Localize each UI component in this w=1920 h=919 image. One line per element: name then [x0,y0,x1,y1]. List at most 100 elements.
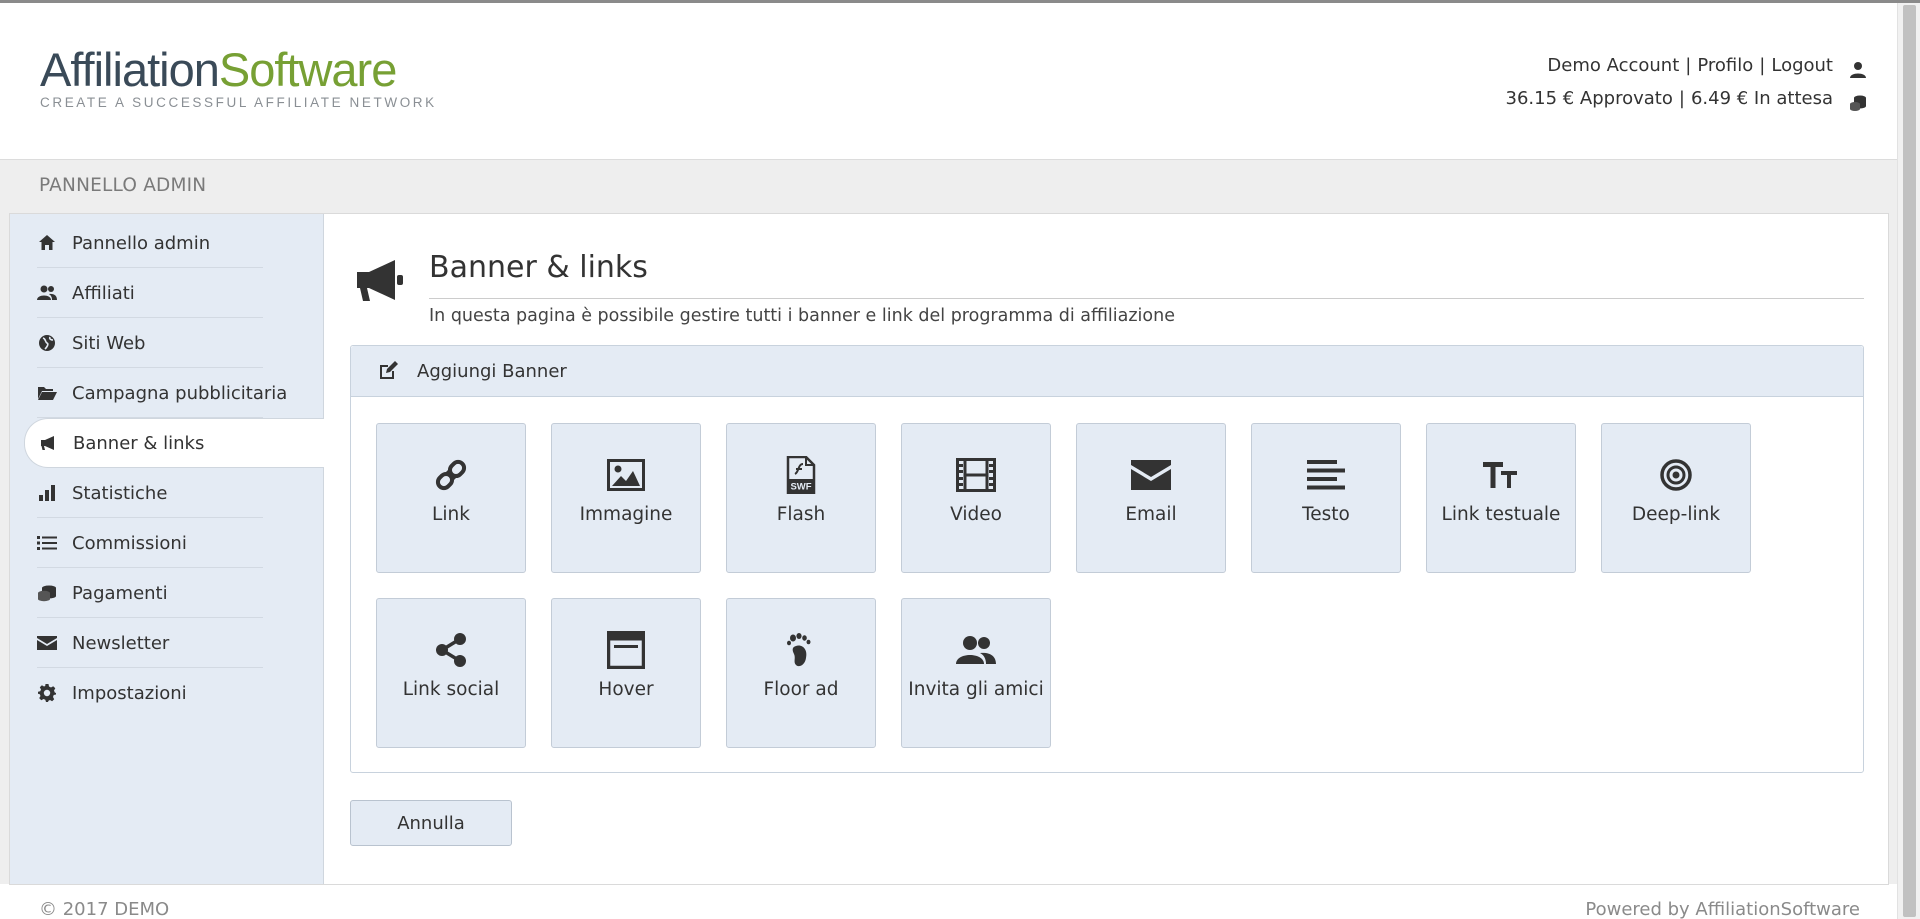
tile-immagine[interactable]: Immagine [551,423,701,573]
list-icon [37,533,57,553]
tile-link[interactable]: Link [376,423,526,573]
tile-flash[interactable]: SWF Flash [726,423,876,573]
tile-link-social[interactable]: Link social [376,598,526,748]
account-area: Demo Account | Profilo | Logout 36.15 € … [1506,49,1868,115]
logout-link[interactable]: Logout [1771,49,1833,82]
sidebar-item-pannello-admin[interactable]: Pannello admin [10,218,323,268]
text-lines-icon [1252,456,1400,494]
tile-label: Link [432,504,470,525]
cancel-button[interactable]: Annulla [350,800,512,846]
tile-label: Immagine [579,504,673,525]
add-banner-header: Aggiungi Banner [351,346,1863,397]
tile-label: Email [1125,504,1177,525]
sidebar-item-campagna-pubblicitaria[interactable]: Campagna pubblicitaria [10,368,323,418]
sidebar-item-newsletter[interactable]: Newsletter [10,618,323,668]
separator: | [1759,55,1766,76]
sidebar-nav: Pannello admin Affiliati Siti Web Campag… [10,214,324,718]
tile-label: Floor ad [763,679,839,700]
tile-label: Invita gli amici [908,679,1044,700]
separator: | [1678,88,1685,109]
add-banner-title: Aggiungi Banner [417,360,567,382]
demo-account-link[interactable]: Demo Account [1547,49,1679,82]
approved-balance: 36.15 € Approvato [1505,88,1673,109]
footer-powered-by[interactable]: Powered by AffiliationSoftware [1585,899,1860,919]
sidebar-item-impostazioni[interactable]: Impostazioni [10,668,323,718]
sidebar-item-commissioni[interactable]: Commissioni [10,518,323,568]
tile-label: Hover [598,679,654,700]
users-icon [902,631,1050,669]
vertical-scrollbar[interactable] [1897,3,1920,919]
coins-icon [37,583,57,603]
page-subtitle: In questa pagina è possibile gestire tut… [429,306,1175,326]
add-banner-panel: Aggiungi Banner Link Immagine SWF Flash [350,345,1864,773]
logo-tagline: CREATE A SUCCESSFUL AFFILIATE NETWORK [40,95,437,110]
tile-testo[interactable]: Testo [1251,423,1401,573]
film-icon [902,456,1050,494]
title-divider [429,298,1864,299]
scrollbar-thumb[interactable] [1903,5,1916,917]
tile-invita-gli-amici[interactable]: Invita gli amici [901,598,1051,748]
page-title: Banner & links [429,250,648,285]
sidebar-item-label: Banner & links [73,432,205,454]
sidebar-item-banner-links[interactable]: Banner & links [24,418,324,468]
globe-icon [37,333,57,353]
main-content: Banner & links In questa pagina è possib… [324,214,1888,884]
logo[interactable]: AffiliationSoftware CREATE A SUCCESSFUL … [40,45,470,119]
sidebar-item-label: Affiliati [72,282,135,304]
tile-label: Deep-link [1631,504,1721,525]
edit-icon [377,360,399,382]
home-icon [37,233,57,253]
tile-label: Link social [402,679,500,700]
tile-video[interactable]: Video [901,423,1051,573]
sidebar-item-label: Campagna pubblicitaria [72,382,288,404]
sidebar-item-label: Siti Web [72,332,146,354]
tile-label: Flash [776,504,826,525]
tile-link-testuale[interactable]: Link testuale [1426,423,1576,573]
target-icon [1602,456,1750,494]
window-icon [552,631,700,669]
admin-panel: PANNELLO ADMIN Pannello admin Affiliati … [0,159,1897,885]
image-icon [552,456,700,494]
bar-chart-icon [37,483,57,503]
gear-icon [37,683,57,703]
logo-wordmark: AffiliationSoftware [40,45,470,95]
flash-swf-icon: SWF [727,456,875,494]
logo-part-software: Software [218,43,397,96]
balance-row: 36.15 € Approvato | 6.49 € In attesa [1506,82,1868,115]
folder-open-icon [37,383,57,403]
envelope-icon [37,633,57,653]
sidebar-item-label: Pannello admin [72,232,211,254]
sidebar-item-siti-web[interactable]: Siti Web [10,318,323,368]
panel-content: Pannello admin Affiliati Siti Web Campag… [9,213,1889,885]
footer-copyright: © 2017 DEMO [39,899,170,919]
sidebar-item-label: Pagamenti [72,582,168,604]
sidebar-item-affiliati[interactable]: Affiliati [10,268,323,318]
account-links-row: Demo Account | Profilo | Logout [1506,49,1868,82]
sidebar-item-label: Commissioni [72,532,187,554]
logo-part-affiliation: Affiliation [40,43,220,96]
header: AffiliationSoftware CREATE A SUCCESSFUL … [0,3,1897,159]
separator: | [1685,55,1692,76]
tile-hover[interactable]: Hover [551,598,701,748]
tile-email[interactable]: Email [1076,423,1226,573]
tile-label: Video [950,504,1002,525]
sidebar-item-label: Newsletter [72,632,170,654]
tile-deep-link[interactable]: Deep-link [1601,423,1751,573]
tile-label: Link testuale [1441,504,1561,525]
tile-label: Testo [1302,504,1350,525]
users-icon [37,283,57,303]
coins-icon [1849,90,1867,111]
pending-balance: 6.49 € In attesa [1690,88,1833,109]
envelope-icon [1077,456,1225,494]
sidebar-item-statistiche[interactable]: Statistiche [10,468,323,518]
user-icon [1849,57,1867,78]
footprint-icon [727,631,875,669]
sidebar-item-label: Impostazioni [72,682,187,704]
text-size-icon [1427,456,1575,494]
profile-link[interactable]: Profilo [1697,49,1753,82]
sidebar: Pannello admin Affiliati Siti Web Campag… [10,214,324,884]
megaphone-icon [355,258,405,302]
sidebar-item-pagamenti[interactable]: Pagamenti [10,568,323,618]
share-icon [377,631,525,669]
tile-floor-ad[interactable]: Floor ad [726,598,876,748]
